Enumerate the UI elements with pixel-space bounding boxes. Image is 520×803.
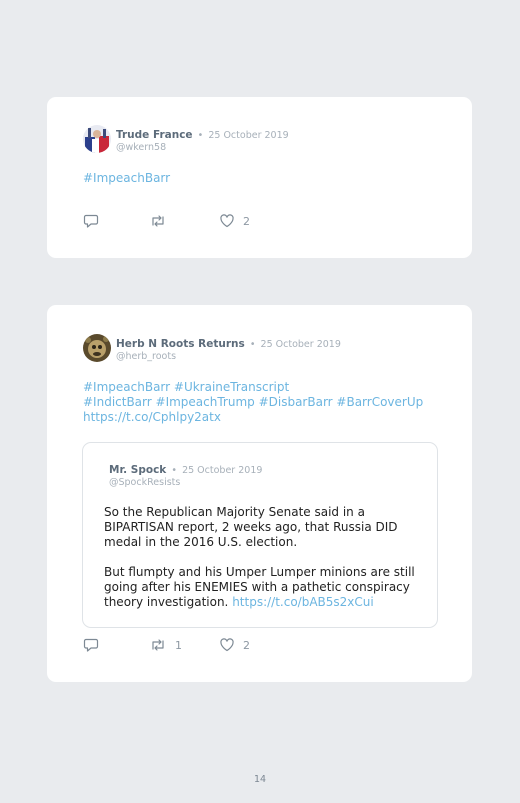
- hashtag-link[interactable]: #ImpeachBarr: [83, 171, 170, 185]
- reply-icon: [83, 213, 99, 229]
- like-count: 2: [243, 214, 250, 228]
- author-name[interactable]: Trude France: [116, 129, 193, 141]
- heart-icon: [219, 213, 235, 229]
- like-button[interactable]: 2: [219, 637, 250, 653]
- quoted-tweet-header: Mr. Spock • 25 October 2019 @SpockResist…: [109, 461, 262, 489]
- like-button[interactable]: 2: [219, 213, 250, 229]
- quoted-author-name[interactable]: Mr. Spock: [109, 464, 166, 476]
- hashtag-line[interactable]: #IndictBarr #ImpeachTrump #DisbarBarr #B…: [83, 395, 443, 410]
- tweet-header: Herb N Roots Returns • 25 October 2019 @…: [116, 335, 341, 363]
- retweet-button[interactable]: 1: [149, 637, 182, 653]
- reply-icon: [83, 637, 99, 653]
- quoted-tweet[interactable]: Mr. Spock • 25 October 2019 @SpockResist…: [82, 442, 438, 628]
- author-handle[interactable]: @herb_roots: [116, 351, 341, 363]
- tweet-link[interactable]: https://t.co/Cphlpy2atx: [83, 410, 443, 425]
- quoted-paragraph: But flumpty and his Umper Lumper minions…: [104, 565, 424, 610]
- separator-dot: •: [197, 130, 204, 141]
- author-name[interactable]: Herb N Roots Returns: [116, 338, 245, 350]
- quoted-tweet-text: So the Republican Majority Senate said i…: [104, 505, 424, 610]
- retweet-icon: [149, 637, 167, 653]
- retweet-icon: [149, 213, 167, 229]
- avatar[interactable]: [83, 334, 111, 362]
- tweet-actions: 1 2: [83, 637, 303, 653]
- like-count: 2: [243, 638, 250, 652]
- tweet-actions: 2: [83, 213, 303, 229]
- quoted-author-handle[interactable]: @SpockResists: [109, 477, 262, 489]
- hashtag-line[interactable]: #ImpeachBarr #UkraineTranscript: [83, 380, 443, 395]
- avatar[interactable]: [83, 125, 111, 153]
- tweet-header: Trude France • 25 October 2019 @wkern58: [116, 126, 289, 154]
- tweet-text: #ImpeachBarr: [83, 171, 170, 186]
- reply-button[interactable]: [83, 213, 99, 229]
- tweet-text: #ImpeachBarr #UkraineTranscript #IndictB…: [83, 380, 443, 425]
- heart-icon: [219, 637, 235, 653]
- separator-dot: •: [171, 465, 177, 476]
- tweet-date[interactable]: 25 October 2019: [208, 130, 288, 141]
- tweet-card: Herb N Roots Returns • 25 October 2019 @…: [47, 305, 472, 682]
- tweet-card: Trude France • 25 October 2019 @wkern58 …: [47, 97, 472, 258]
- quoted-tweet-link[interactable]: https://t.co/bAB5s2xCui: [232, 595, 374, 609]
- quoted-paragraph: So the Republican Majority Senate said i…: [104, 505, 398, 549]
- page-number: 14: [253, 774, 267, 785]
- reply-button[interactable]: [83, 637, 99, 653]
- retweet-count: 1: [175, 638, 182, 652]
- author-handle[interactable]: @wkern58: [116, 142, 289, 154]
- retweet-button[interactable]: [149, 213, 167, 229]
- separator-dot: •: [249, 339, 256, 350]
- quoted-tweet-date[interactable]: 25 October 2019: [182, 465, 262, 476]
- tweet-date[interactable]: 25 October 2019: [261, 339, 341, 350]
